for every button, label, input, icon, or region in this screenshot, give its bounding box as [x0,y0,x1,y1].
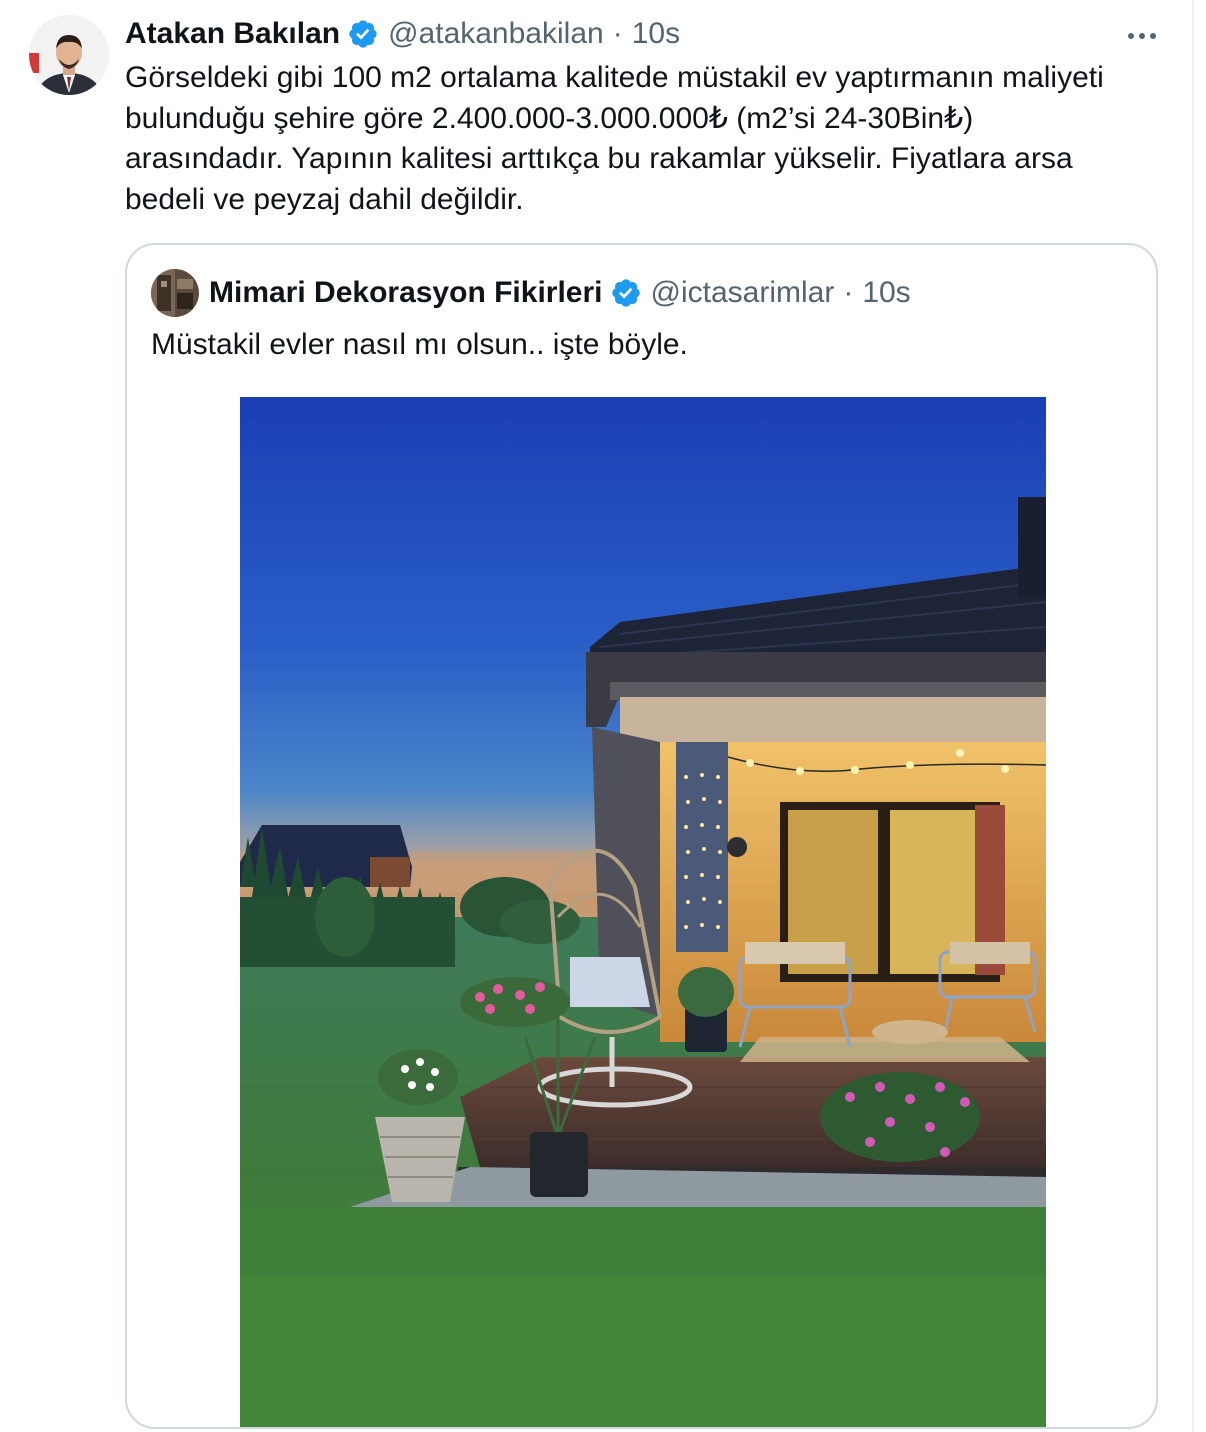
quoted-tweet-timestamp[interactable]: 10s [862,276,910,310]
verified-badge-icon[interactable] [610,277,642,309]
house-patio-photo [240,397,1046,1427]
quoted-author-display-name[interactable]: Mimari Dekorasyon Fikirleri [209,276,603,310]
tweet-timestamp[interactable]: 10s [632,17,680,51]
avatar-photo [29,15,109,95]
tweet-header: Atakan Bakılan @atakanbakilan · 10s [125,14,680,54]
quoted-author-avatar[interactable] [151,269,199,317]
timeline-border [1192,0,1194,1432]
quoted-avatar-photo [151,269,199,317]
author-display-name[interactable]: Atakan Bakılan [125,17,340,51]
verified-badge-icon[interactable] [347,18,379,50]
more-options-button[interactable] [1124,22,1160,50]
author-avatar[interactable] [29,15,109,95]
header-separator: · [612,17,623,50]
quoted-author-handle[interactable]: @ictasarimlar [651,276,835,310]
quoted-tweet-text: Müstakil evler nasıl mı olsun.. işte böy… [151,328,688,361]
author-handle[interactable]: @atakanbakilan [388,17,604,51]
quoted-tweet-media[interactable] [240,397,1046,1427]
quoted-header-separator: · [843,276,854,309]
quoted-tweet-card[interactable]: Mimari Dekorasyon Fikirleri @ictasarimla… [125,243,1158,1429]
quoted-tweet-header: Mimari Dekorasyon Fikirleri @ictasarimla… [209,273,911,313]
more-horizontal-icon [1128,33,1156,39]
tweet-text: Görseldeki gibi 100 m2 ortalama kalitede… [125,61,1104,216]
